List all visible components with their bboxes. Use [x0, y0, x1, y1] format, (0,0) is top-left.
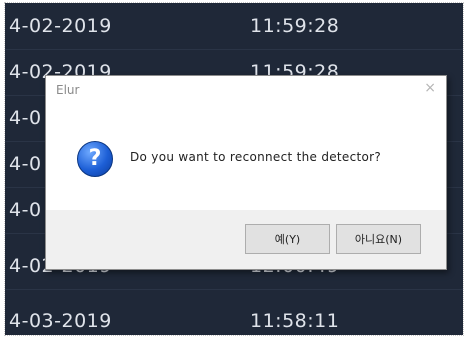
log-row: 4-03-2019 11:58:11	[5, 298, 463, 344]
log-time: 11:59:28	[250, 15, 340, 37]
dialog-footer: 예(Y) 아니요(N)	[46, 210, 446, 269]
log-date: 4-02-2019	[9, 15, 112, 37]
question-icon: ?	[77, 141, 113, 177]
log-date: 4-03-2019	[9, 310, 112, 332]
log-date: 4-0	[9, 199, 42, 221]
yes-button[interactable]: 예(Y)	[245, 224, 330, 254]
log-row: 4-02-2019 11:59:28	[5, 3, 463, 50]
reconnect-dialog: Elur × ? Do you want to reconnect the de…	[45, 75, 447, 270]
dialog-title-bar: Elur ×	[46, 76, 446, 106]
dialog-title: Elur	[56, 83, 80, 97]
log-date: 4-0	[9, 153, 42, 175]
no-button[interactable]: 아니요(N)	[336, 224, 421, 254]
log-time: 11:58:11	[250, 310, 340, 332]
log-date: 4-0	[9, 107, 42, 129]
close-icon[interactable]: ×	[424, 80, 436, 96]
dialog-message: Do you want to reconnect the detector?	[130, 150, 382, 164]
dialog-body: ? Do you want to reconnect the detector?	[46, 106, 446, 206]
